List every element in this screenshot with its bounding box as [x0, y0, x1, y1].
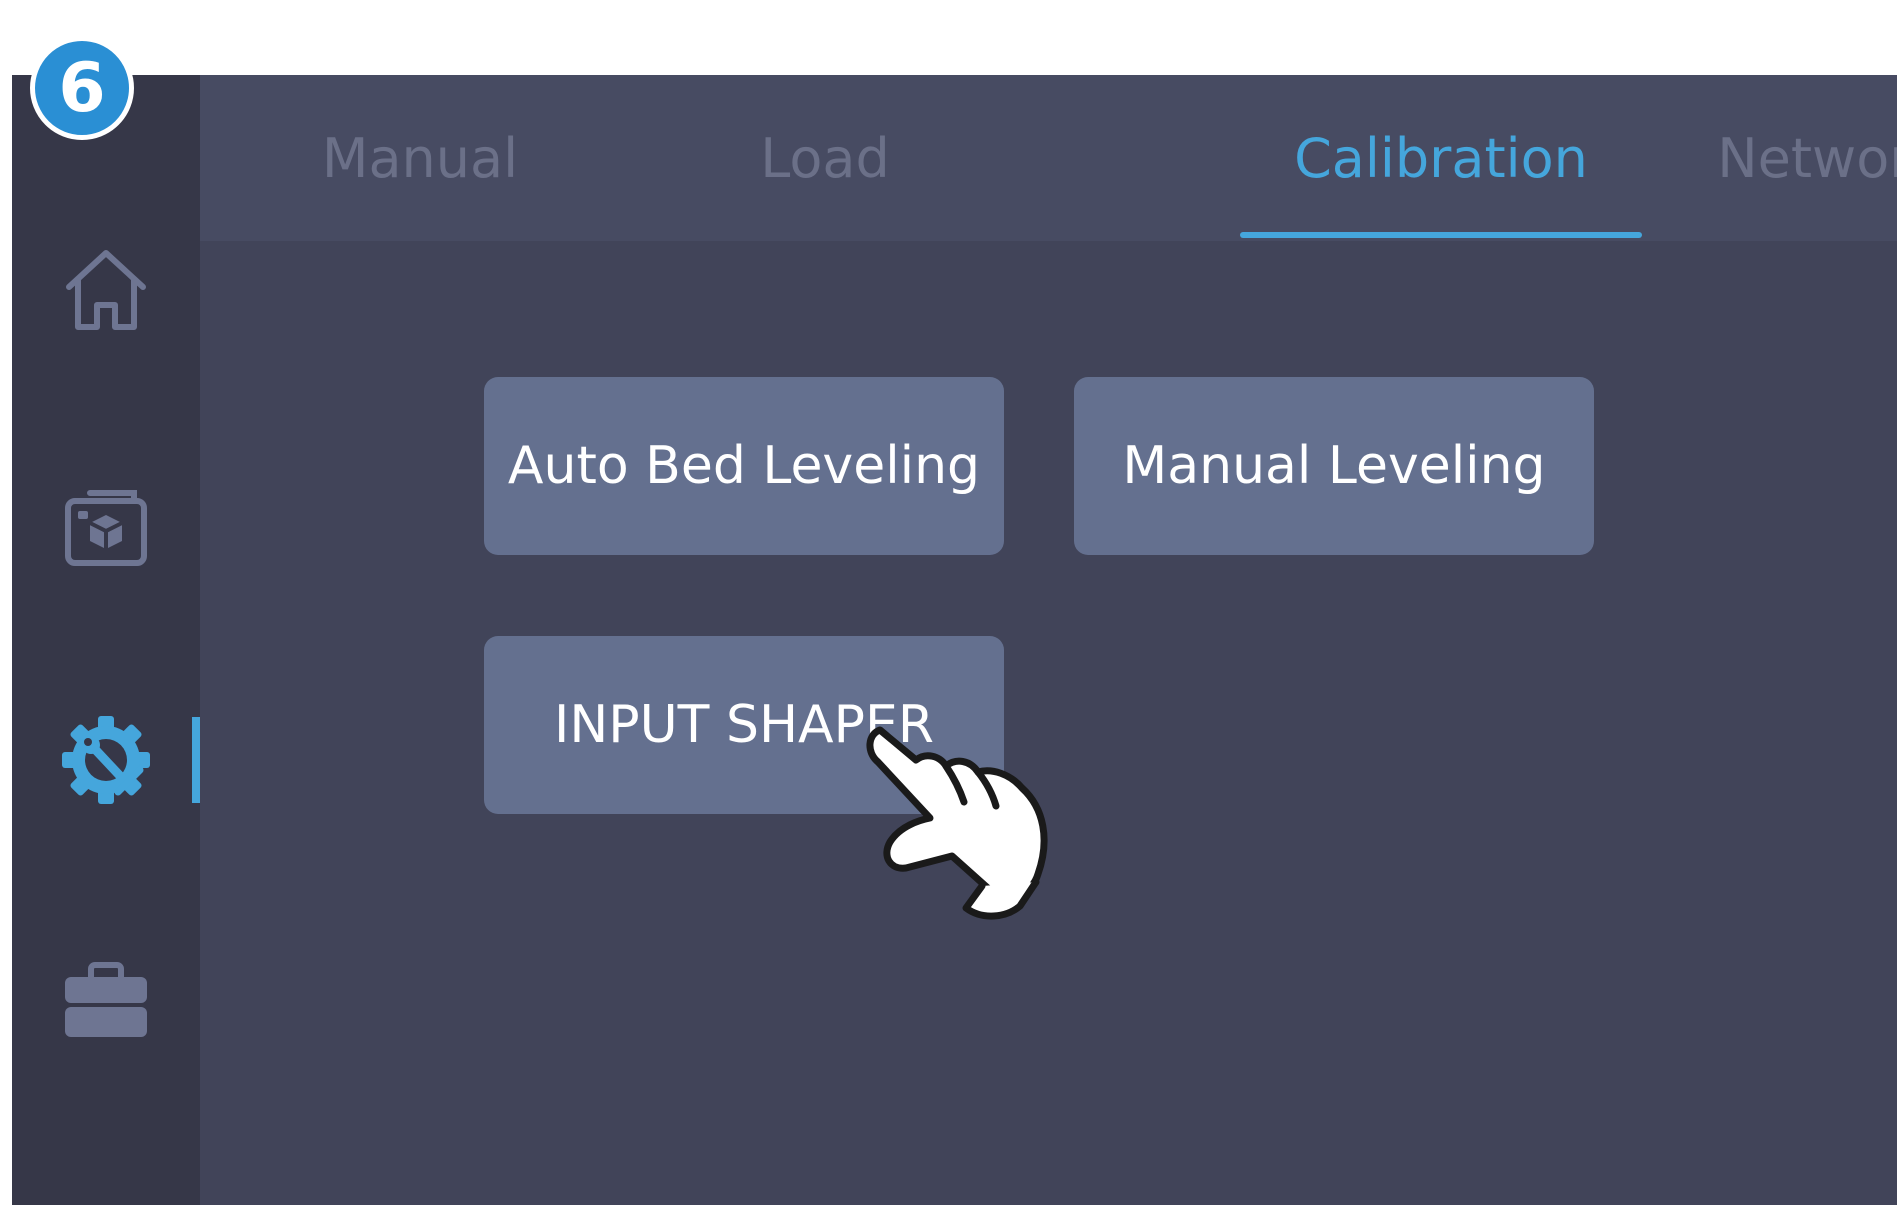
sidebar-item-tools[interactable] — [12, 935, 200, 1065]
print-files-icon — [60, 479, 152, 571]
tab-network[interactable]: Network — [1650, 75, 1897, 241]
tab-bar: Manual Load Calibration Network — [200, 75, 1897, 241]
active-indicator — [192, 717, 200, 803]
sidebar-item-files[interactable] — [12, 460, 200, 590]
toolbox-icon — [61, 955, 151, 1045]
tab-calibration[interactable]: Calibration — [1240, 75, 1642, 241]
manual-leveling-button[interactable]: Manual Leveling — [1074, 377, 1594, 555]
settings-icon — [58, 712, 154, 808]
step-badge: 6 — [30, 36, 134, 140]
sidebar-item-home[interactable] — [12, 225, 200, 355]
sidebar — [12, 75, 200, 1205]
sidebar-item-settings[interactable] — [12, 695, 200, 825]
tap-hand-icon — [860, 722, 1060, 926]
auto-bed-leveling-button[interactable]: Auto Bed Leveling — [484, 377, 1004, 555]
tab-load[interactable]: Load — [660, 75, 990, 241]
home-icon — [61, 245, 151, 335]
tab-manual[interactable]: Manual — [260, 75, 580, 241]
tab-active-underline — [1240, 232, 1642, 238]
printer-screen: Manual Load Calibration Network Auto Bed… — [12, 75, 1897, 1205]
